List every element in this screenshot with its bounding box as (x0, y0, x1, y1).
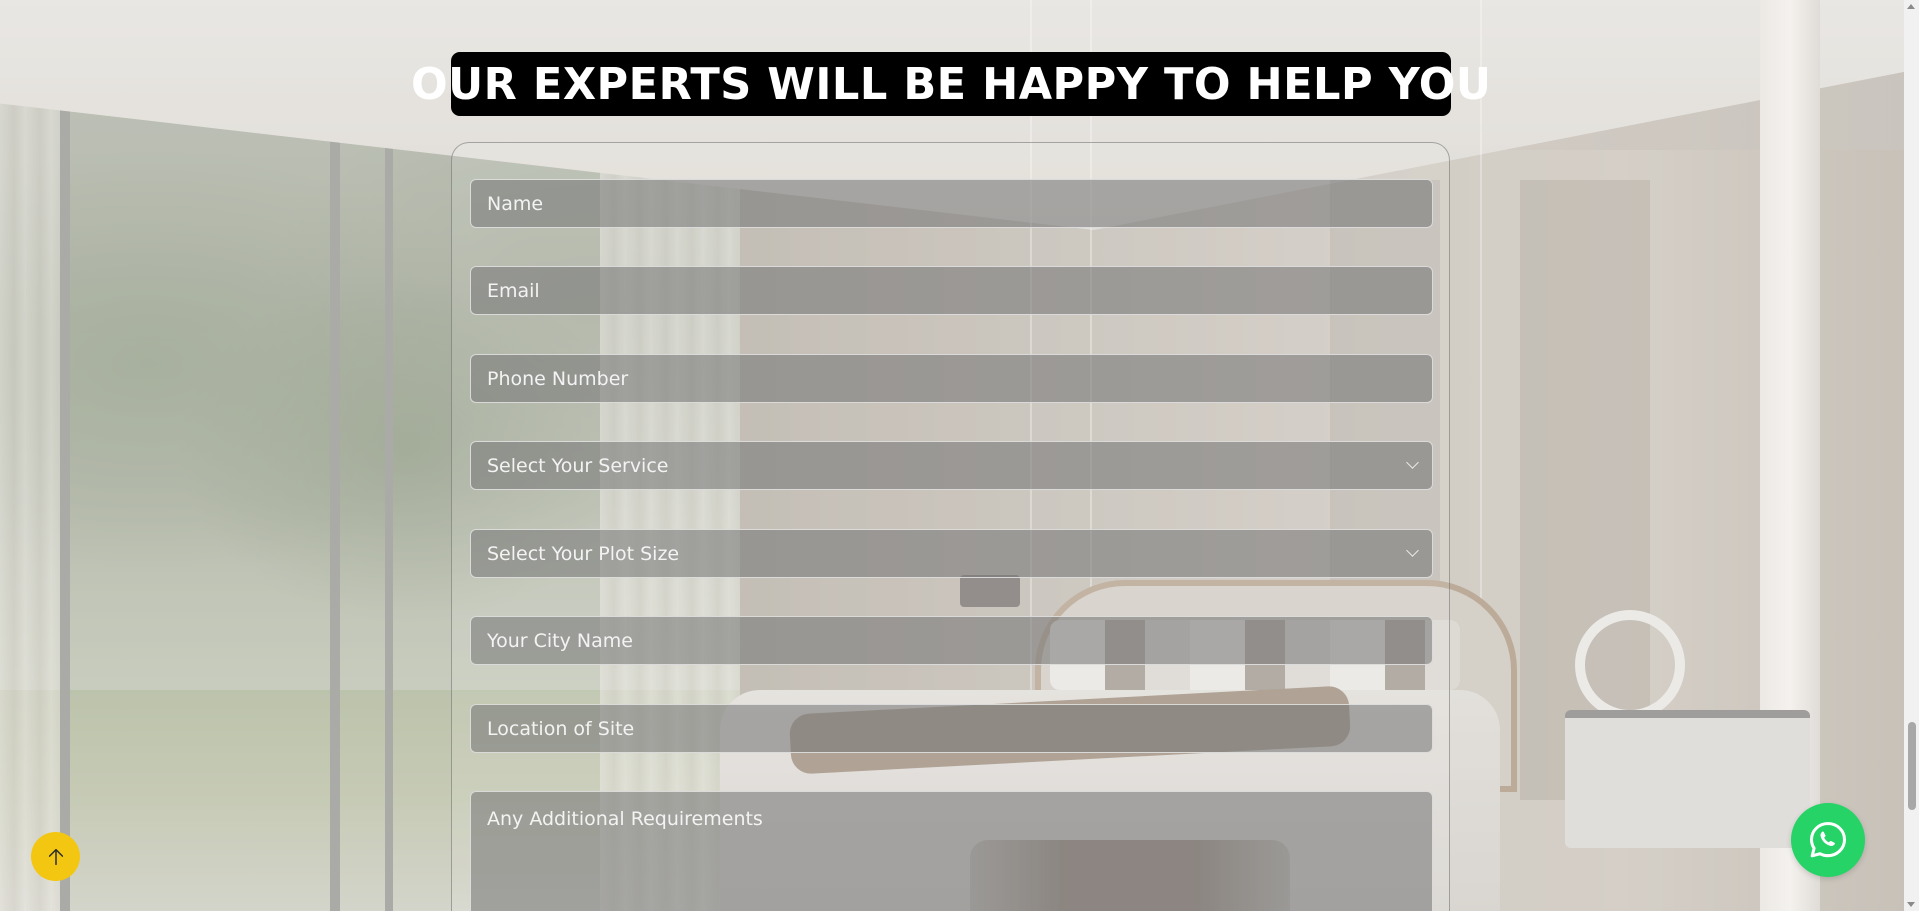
back-to-top-button[interactable] (31, 832, 80, 881)
service-select[interactable]: Select Your Service (470, 441, 1433, 490)
scroll-down-arrow-icon[interactable] (1907, 902, 1915, 907)
city-input[interactable] (470, 616, 1433, 665)
page: OUR EXPERTS WILL BE HAPPY TO HELP YOU Se… (0, 0, 1919, 911)
scrollbar-thumb[interactable] (1908, 722, 1916, 810)
section-heading: OUR EXPERTS WILL BE HAPPY TO HELP YOU (411, 52, 1491, 116)
plot-size-select-wrapper: Select Your Plot Size (470, 529, 1433, 578)
requirements-textarea[interactable] (470, 791, 1433, 911)
arrow-up-icon (48, 848, 63, 865)
whatsapp-icon (1809, 821, 1847, 858)
plot-size-select[interactable]: Select Your Plot Size (470, 529, 1433, 578)
site-location-input[interactable] (470, 704, 1433, 753)
phone-input[interactable] (470, 354, 1433, 403)
contact-form: Select Your Service Select Your Plot Siz… (451, 142, 1450, 911)
whatsapp-button[interactable] (1791, 803, 1865, 877)
service-select-wrapper: Select Your Service (470, 441, 1433, 490)
name-input[interactable] (470, 179, 1433, 228)
scroll-up-arrow-icon[interactable] (1907, 4, 1915, 9)
email-input[interactable] (470, 266, 1433, 315)
page-scrollbar[interactable] (1904, 0, 1919, 911)
heading-title: OUR EXPERTS WILL BE HAPPY TO HELP YOU (410, 58, 1492, 110)
